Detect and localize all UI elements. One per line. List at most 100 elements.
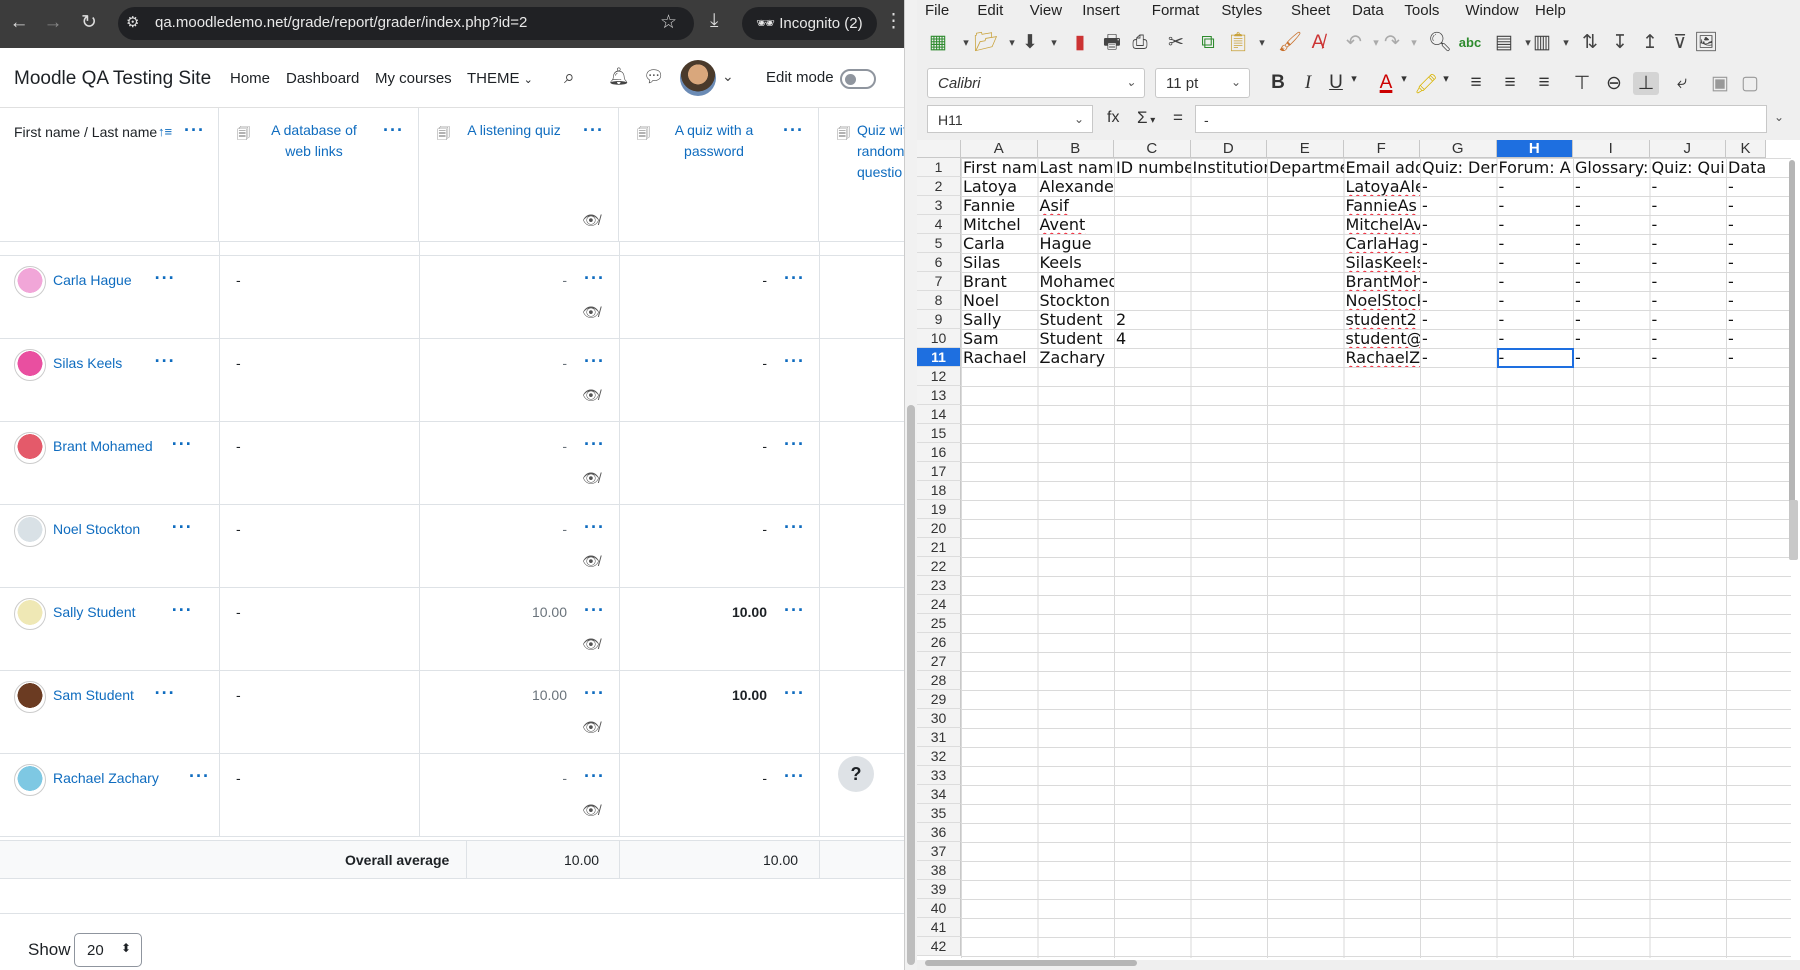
- download-icon[interactable]: ⤓: [710, 10, 718, 32]
- print-icon[interactable]: 🖶: [1099, 30, 1125, 56]
- column-header-K[interactable]: K: [1726, 140, 1766, 158]
- row-header[interactable]: 16: [917, 443, 961, 462]
- student-name[interactable]: Sally Student: [53, 604, 136, 620]
- bold-icon[interactable]: B: [1265, 72, 1291, 94]
- cut-icon[interactable]: ✂: [1163, 30, 1189, 56]
- column-header-F[interactable]: F: [1343, 140, 1420, 158]
- row-header[interactable]: 11: [917, 348, 961, 367]
- spreadsheet-cell[interactable]: -: [1497, 234, 1574, 253]
- spreadsheet-cell[interactable]: Latoya: [961, 177, 1038, 196]
- back-icon[interactable]: ←: [6, 10, 32, 36]
- spreadsheet-cell[interactable]: Quiz: Den: [1420, 158, 1497, 177]
- unmerge-cells-icon[interactable]: ▢: [1737, 72, 1763, 95]
- spellcheck-icon[interactable]: abc: [1457, 30, 1483, 56]
- name-box[interactable]: H11 ⌄: [927, 105, 1093, 133]
- nav-theme[interactable]: THEME ⌄: [467, 70, 533, 87]
- chevron-down-icon[interactable]: ▾: [1249, 30, 1275, 56]
- copy-icon[interactable]: ⧉: [1195, 30, 1221, 56]
- grade-cell-1[interactable]: -: [236, 687, 241, 703]
- more-options-icon[interactable]: ···: [155, 683, 176, 704]
- forward-icon[interactable]: →: [40, 10, 66, 36]
- spreadsheet-cell[interactable]: ID numbe: [1114, 158, 1191, 177]
- merge-cells-icon[interactable]: ▣: [1707, 72, 1733, 95]
- spreadsheet-cell[interactable]: Stockton: [1038, 291, 1115, 310]
- row-header[interactable]: 35: [917, 804, 961, 823]
- grade-cell-3[interactable]: 10.00: [732, 687, 767, 703]
- grade-cell-2[interactable]: -: [562, 438, 567, 454]
- row-header[interactable]: 26: [917, 633, 961, 652]
- spreadsheet-cell[interactable]: Student: [1038, 329, 1115, 348]
- spreadsheet-cell[interactable]: -: [1726, 234, 1766, 253]
- spreadsheet-cell[interactable]: -: [1650, 177, 1727, 196]
- spreadsheet-cell[interactable]: Mohamed: [1038, 272, 1115, 291]
- more-options-icon[interactable]: ···: [784, 683, 805, 704]
- menu-file[interactable]: File: [925, 2, 949, 19]
- spreadsheet-cell[interactable]: Hague: [1038, 234, 1115, 253]
- column-header-E[interactable]: E: [1267, 140, 1344, 158]
- row-header[interactable]: 7: [917, 272, 961, 291]
- more-options-icon[interactable]: ···: [584, 766, 605, 787]
- student-name[interactable]: Carla Hague: [53, 272, 132, 288]
- scrollbar-thumb[interactable]: [925, 960, 1137, 966]
- row-header[interactable]: 10: [917, 329, 961, 348]
- row-header[interactable]: 41: [917, 918, 961, 937]
- sum-icon[interactable]: Σ ▾: [1137, 108, 1155, 128]
- menu-window[interactable]: Window: [1465, 2, 1518, 19]
- spreadsheet-cell[interactable]: Keels: [1038, 253, 1115, 272]
- spreadsheet-cell[interactable]: Avent: [1038, 215, 1115, 234]
- more-options-icon[interactable]: ···: [184, 120, 205, 141]
- spreadsheet-cell[interactable]: -: [1650, 253, 1727, 272]
- spreadsheet-cell[interactable]: -: [1497, 272, 1574, 291]
- column-title-4[interactable]: Quiz wit random questio: [857, 120, 904, 183]
- more-options-icon[interactable]: ···: [584, 600, 605, 621]
- spreadsheet-cell[interactable]: -: [1573, 329, 1650, 348]
- row-header[interactable]: 27: [917, 652, 961, 671]
- messages-icon[interactable]: 💬︎: [643, 67, 665, 87]
- spreadsheet-cell[interactable]: -: [1726, 329, 1766, 348]
- spreadsheet-cell[interactable]: CarlaHag: [1344, 234, 1421, 253]
- student-name[interactable]: Silas Keels: [53, 355, 122, 371]
- more-options-icon[interactable]: ···: [172, 434, 193, 455]
- spreadsheet-cell[interactable]: -: [1420, 177, 1497, 196]
- more-options-icon[interactable]: ···: [584, 351, 605, 372]
- spreadsheet-cell[interactable]: Asif: [1038, 196, 1115, 215]
- row-header[interactable]: 28: [917, 671, 961, 690]
- spreadsheet-cell[interactable]: -: [1497, 215, 1574, 234]
- more-options-icon[interactable]: ···: [383, 120, 404, 141]
- grade-cell-1[interactable]: -: [236, 355, 241, 371]
- spreadsheet-cell[interactable]: SilasKeels: [1344, 253, 1421, 272]
- spreadsheet-cell[interactable]: -: [1573, 310, 1650, 329]
- chevron-down-icon[interactable]: ▾: [1341, 72, 1367, 85]
- site-info-icon[interactable]: ⚙: [126, 13, 139, 31]
- row-header[interactable]: 17: [917, 462, 961, 481]
- font-name-box[interactable]: Calibri ⌄: [927, 68, 1145, 98]
- autofilter-icon[interactable]: ⊽: [1667, 30, 1693, 56]
- page-scrollbar[interactable]: [905, 0, 917, 970]
- formula-equals-icon[interactable]: =: [1173, 108, 1183, 128]
- scrollbar-thumb[interactable]: [907, 405, 915, 965]
- spreadsheet-cell[interactable]: Mitchel: [961, 215, 1038, 234]
- row-header[interactable]: 19: [917, 500, 961, 519]
- more-options-icon[interactable]: ···: [584, 517, 605, 538]
- center-vertically-icon[interactable]: ⊖: [1601, 72, 1627, 95]
- incognito-badge[interactable]: 🕶 Incognito (2): [742, 7, 877, 40]
- browser-menu-icon[interactable]: ⋮: [884, 10, 903, 33]
- row-header[interactable]: 39: [917, 880, 961, 899]
- row-header[interactable]: 1: [917, 158, 961, 177]
- row-header[interactable]: 4: [917, 215, 961, 234]
- chevron-down-icon[interactable]: ▾: [1041, 30, 1067, 56]
- spreadsheet-cell[interactable]: First nam: [961, 158, 1038, 177]
- more-options-icon[interactable]: ···: [784, 600, 805, 621]
- row-icon[interactable]: ▤: [1491, 30, 1517, 56]
- clear-formatting-icon[interactable]: A̸: [1305, 30, 1331, 56]
- spreadsheet-cell[interactable]: -: [1726, 291, 1766, 310]
- row-header[interactable]: 2: [917, 177, 961, 196]
- menu-styles[interactable]: Styles: [1221, 2, 1262, 19]
- spreadsheet-cell[interactable]: -: [1420, 329, 1497, 348]
- spreadsheet-cell[interactable]: -: [1573, 348, 1650, 367]
- spreadsheet-cell[interactable]: -: [1420, 253, 1497, 272]
- menu-view[interactable]: View: [1030, 2, 1062, 19]
- spreadsheet-cell[interactable]: -: [1420, 234, 1497, 253]
- spreadsheet-cell[interactable]: Zachary: [1038, 348, 1115, 367]
- grade-cell-3[interactable]: 10.00: [732, 604, 767, 620]
